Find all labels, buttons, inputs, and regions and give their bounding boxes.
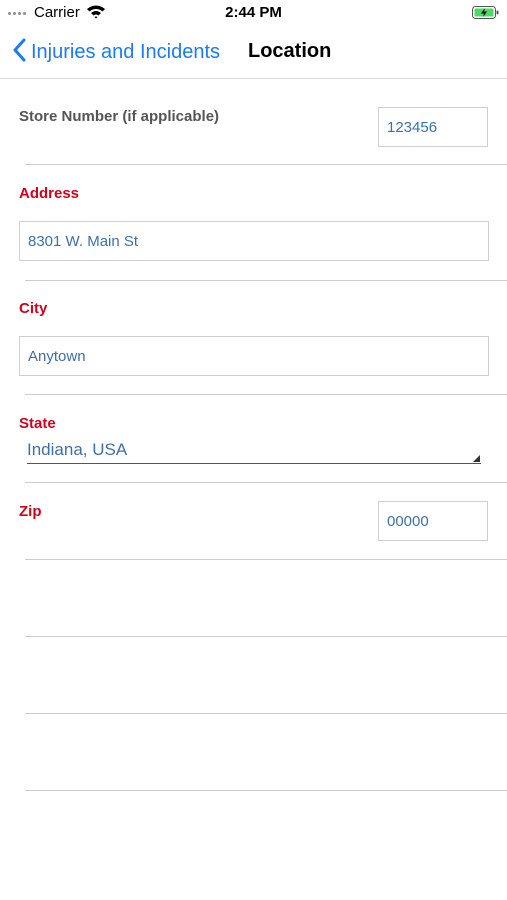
address-label: Address bbox=[19, 185, 80, 202]
battery-charging-icon bbox=[472, 6, 500, 25]
divider bbox=[25, 713, 507, 714]
status-time: 2:44 PM bbox=[225, 4, 282, 21]
store-number-value: 123456 bbox=[387, 118, 438, 136]
city-value: Anytown bbox=[28, 347, 86, 365]
divider bbox=[25, 280, 507, 281]
divider bbox=[25, 559, 507, 560]
state-picker[interactable]: Indiana, USA bbox=[27, 436, 481, 464]
divider bbox=[25, 790, 507, 791]
address-field[interactable]: 8301 W. Main St bbox=[19, 221, 489, 261]
divider bbox=[25, 394, 507, 395]
back-button[interactable]: Injuries and Incidents bbox=[12, 38, 220, 67]
divider bbox=[25, 164, 507, 165]
chevron-left-icon bbox=[12, 38, 26, 67]
divider bbox=[25, 636, 507, 637]
navigation-bar: Injuries and Incidents Location bbox=[0, 26, 507, 79]
store-number-field[interactable]: 123456 bbox=[378, 107, 488, 147]
zip-value: 00000 bbox=[387, 512, 429, 530]
zip-field[interactable]: 00000 bbox=[378, 501, 488, 541]
state-label: State bbox=[19, 415, 56, 432]
city-label: City bbox=[19, 300, 48, 317]
status-bar: Carrier 2:44 PM bbox=[0, 0, 507, 26]
address-value: 8301 W. Main St bbox=[28, 232, 139, 250]
back-button-label: Injuries and Incidents bbox=[31, 41, 221, 63]
zip-label: Zip bbox=[19, 503, 42, 520]
state-picker-value: Indiana, USA bbox=[27, 440, 128, 459]
store-number-label: Store Number (if applicable) bbox=[19, 108, 220, 125]
divider bbox=[25, 482, 507, 483]
page-title: Location bbox=[248, 40, 332, 62]
dropdown-arrow-icon bbox=[473, 455, 480, 462]
city-field[interactable]: Anytown bbox=[19, 336, 489, 376]
